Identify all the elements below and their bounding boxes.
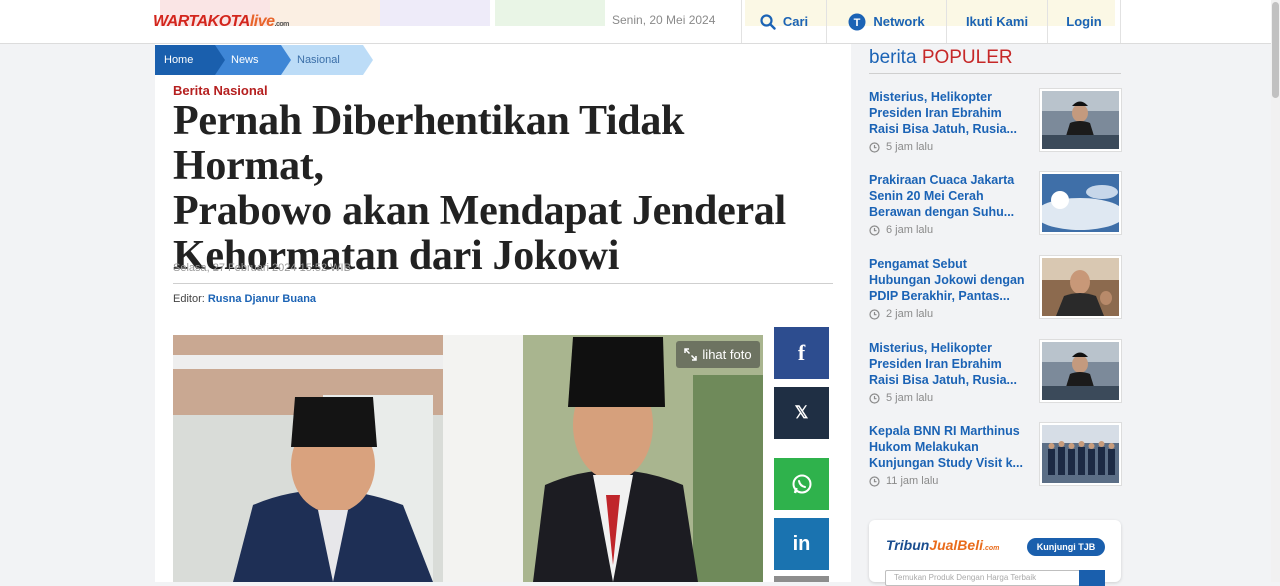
login-label: Login: [1066, 14, 1102, 29]
publish-date: Selasa, 27 Februari 2024 15:52 WIB: [173, 262, 351, 274]
popular-item-time-text: 2 jam lalu: [886, 308, 934, 320]
faded-nav-tab: [495, 0, 605, 26]
tjb-logo-domain: .com: [983, 545, 1000, 552]
popular-item-time: 6 jam lalu: [869, 224, 933, 236]
popular-news-heading: berita POPULER: [869, 47, 1013, 69]
view-photo-label: lihat foto: [702, 347, 752, 362]
article-title: Pernah Diberhentikan Tidak Hormat, Prabo…: [173, 99, 833, 279]
clock-icon: [869, 392, 880, 404]
follow-us-button[interactable]: Ikuti Kami: [946, 0, 1047, 43]
login-button[interactable]: Login: [1047, 0, 1121, 43]
divider: [173, 283, 833, 284]
share-more-button[interactable]: [774, 576, 829, 582]
article-category[interactable]: Berita Nasional: [173, 83, 268, 98]
popular-heading-prefix: berita: [869, 47, 917, 68]
article-title-line: Pernah Diberhentikan Tidak Hormat,: [173, 98, 685, 189]
scrollbar-thumb[interactable]: [1272, 2, 1279, 98]
popular-item-thumbnail[interactable]: [1040, 423, 1121, 485]
x-icon: 𝕏: [794, 403, 809, 422]
popular-item[interactable]: Pengamat Sebut Hubungan Jokowi dengan PD…: [869, 256, 1121, 336]
page-scrollbar[interactable]: [1271, 0, 1280, 582]
popular-item-time: 5 jam lalu: [869, 392, 933, 404]
follow-us-label: Ikuti Kami: [965, 14, 1029, 29]
popular-item-title[interactable]: Misterius, Helikopter Presiden Iran Ebra…: [869, 340, 1029, 388]
clock-icon: [869, 224, 880, 236]
view-photo-button[interactable]: lihat foto: [676, 341, 760, 368]
popular-item-time: 11 jam lalu: [869, 475, 938, 487]
site-logo[interactable]: WARTAKOTAlive.com: [153, 13, 289, 31]
svg-text:T: T: [854, 17, 861, 29]
clock-icon: [869, 141, 880, 153]
visit-tjb-button[interactable]: Kunjungi TJB: [1027, 538, 1105, 556]
popular-item-thumbnail[interactable]: [1040, 256, 1121, 318]
tribunjualbeli-logo[interactable]: TribunJualBeli.com: [886, 537, 999, 553]
linkedin-icon: in: [792, 532, 811, 555]
article-title-line: Prabowo akan Mendapat Jenderal: [173, 188, 786, 234]
logo-wordmark: WARTAKOTA: [153, 13, 250, 30]
popular-item-time-text: 5 jam lalu: [886, 392, 934, 404]
popular-item-title[interactable]: Misterius, Helikopter Presiden Iran Ebra…: [869, 89, 1029, 137]
network-label: Network: [873, 14, 925, 29]
tjb-search-button[interactable]: [1079, 570, 1105, 586]
breadcrumb-home[interactable]: Home: [155, 45, 225, 75]
editor-credit: Editor: Rusna Djanur Buana: [173, 293, 316, 305]
tribunjualbeli-widget: TribunJualBeli.com Kunjungi TJB Temukan …: [869, 520, 1121, 586]
network-button[interactable]: T Network: [826, 0, 946, 43]
popular-item-title[interactable]: Prakiraan Cuaca Jakarta Senin 20 Mei Cer…: [869, 172, 1029, 220]
faded-nav-tab: [380, 0, 490, 26]
popular-item-title[interactable]: Kepala BNN RI Marthinus Hukom Melakukan …: [869, 423, 1029, 471]
editor-name[interactable]: Rusna Djanur Buana: [208, 293, 316, 305]
search-label: Cari: [782, 14, 809, 29]
logo-domain: .com: [274, 21, 290, 28]
search-icon: [760, 13, 776, 30]
popular-item-thumbnail[interactable]: [1040, 172, 1121, 234]
share-x-button[interactable]: 𝕏: [774, 387, 829, 439]
editor-label: Editor:: [173, 293, 205, 305]
popular-item-thumbnail[interactable]: [1040, 89, 1121, 151]
divider: [869, 73, 1121, 74]
popular-item-thumbnail[interactable]: [1040, 340, 1121, 402]
popular-heading-highlight: POPULER: [921, 47, 1013, 68]
popular-item-time-text: 6 jam lalu: [886, 224, 934, 236]
popular-item[interactable]: Misterius, Helikopter Presiden Iran Ebra…: [869, 89, 1121, 169]
popular-item-time-text: 11 jam lalu: [886, 475, 939, 487]
expand-icon: [684, 348, 698, 361]
facebook-icon: f: [797, 340, 806, 365]
tjb-logo-part: Tribun: [886, 537, 930, 553]
share-whatsapp-button[interactable]: [774, 458, 829, 510]
photo-illustration: [173, 335, 763, 582]
current-date: Senin, 20 Mei 2024: [612, 13, 716, 27]
tjb-logo-part: JualBeli: [929, 537, 983, 553]
popular-item-time: 2 jam lalu: [869, 308, 933, 320]
breadcrumb: Home News Nasional: [155, 45, 373, 75]
popular-item-time: 5 jam lalu: [869, 141, 933, 153]
clock-icon: [869, 308, 880, 320]
popular-item[interactable]: Prakiraan Cuaca Jakarta Senin 20 Mei Cer…: [869, 172, 1121, 252]
popular-item[interactable]: Misterius, Helikopter Presiden Iran Ebra…: [869, 340, 1121, 420]
popular-item-time-text: 5 jam lalu: [886, 141, 934, 153]
article-photo[interactable]: [173, 335, 763, 582]
search-button[interactable]: Cari: [741, 0, 826, 43]
share-linkedin-button[interactable]: in: [774, 518, 829, 570]
whatsapp-icon: [792, 474, 811, 494]
clock-icon: [869, 475, 880, 487]
popular-item-title[interactable]: Pengamat Sebut Hubungan Jokowi dengan PD…: [869, 256, 1029, 304]
popular-item[interactable]: Kepala BNN RI Marthinus Hukom Melakukan …: [869, 423, 1121, 503]
tjb-search-input[interactable]: Temukan Produk Dengan Harga Terbaik: [885, 570, 1105, 586]
logo-live: live: [249, 13, 275, 30]
tribun-network-icon: T: [848, 13, 866, 30]
breadcrumb-nasional[interactable]: Nasional: [281, 45, 373, 75]
share-facebook-button[interactable]: f: [774, 327, 829, 379]
top-header: WARTAKOTAlive.com Senin, 20 Mei 2024 Car…: [0, 0, 1280, 44]
